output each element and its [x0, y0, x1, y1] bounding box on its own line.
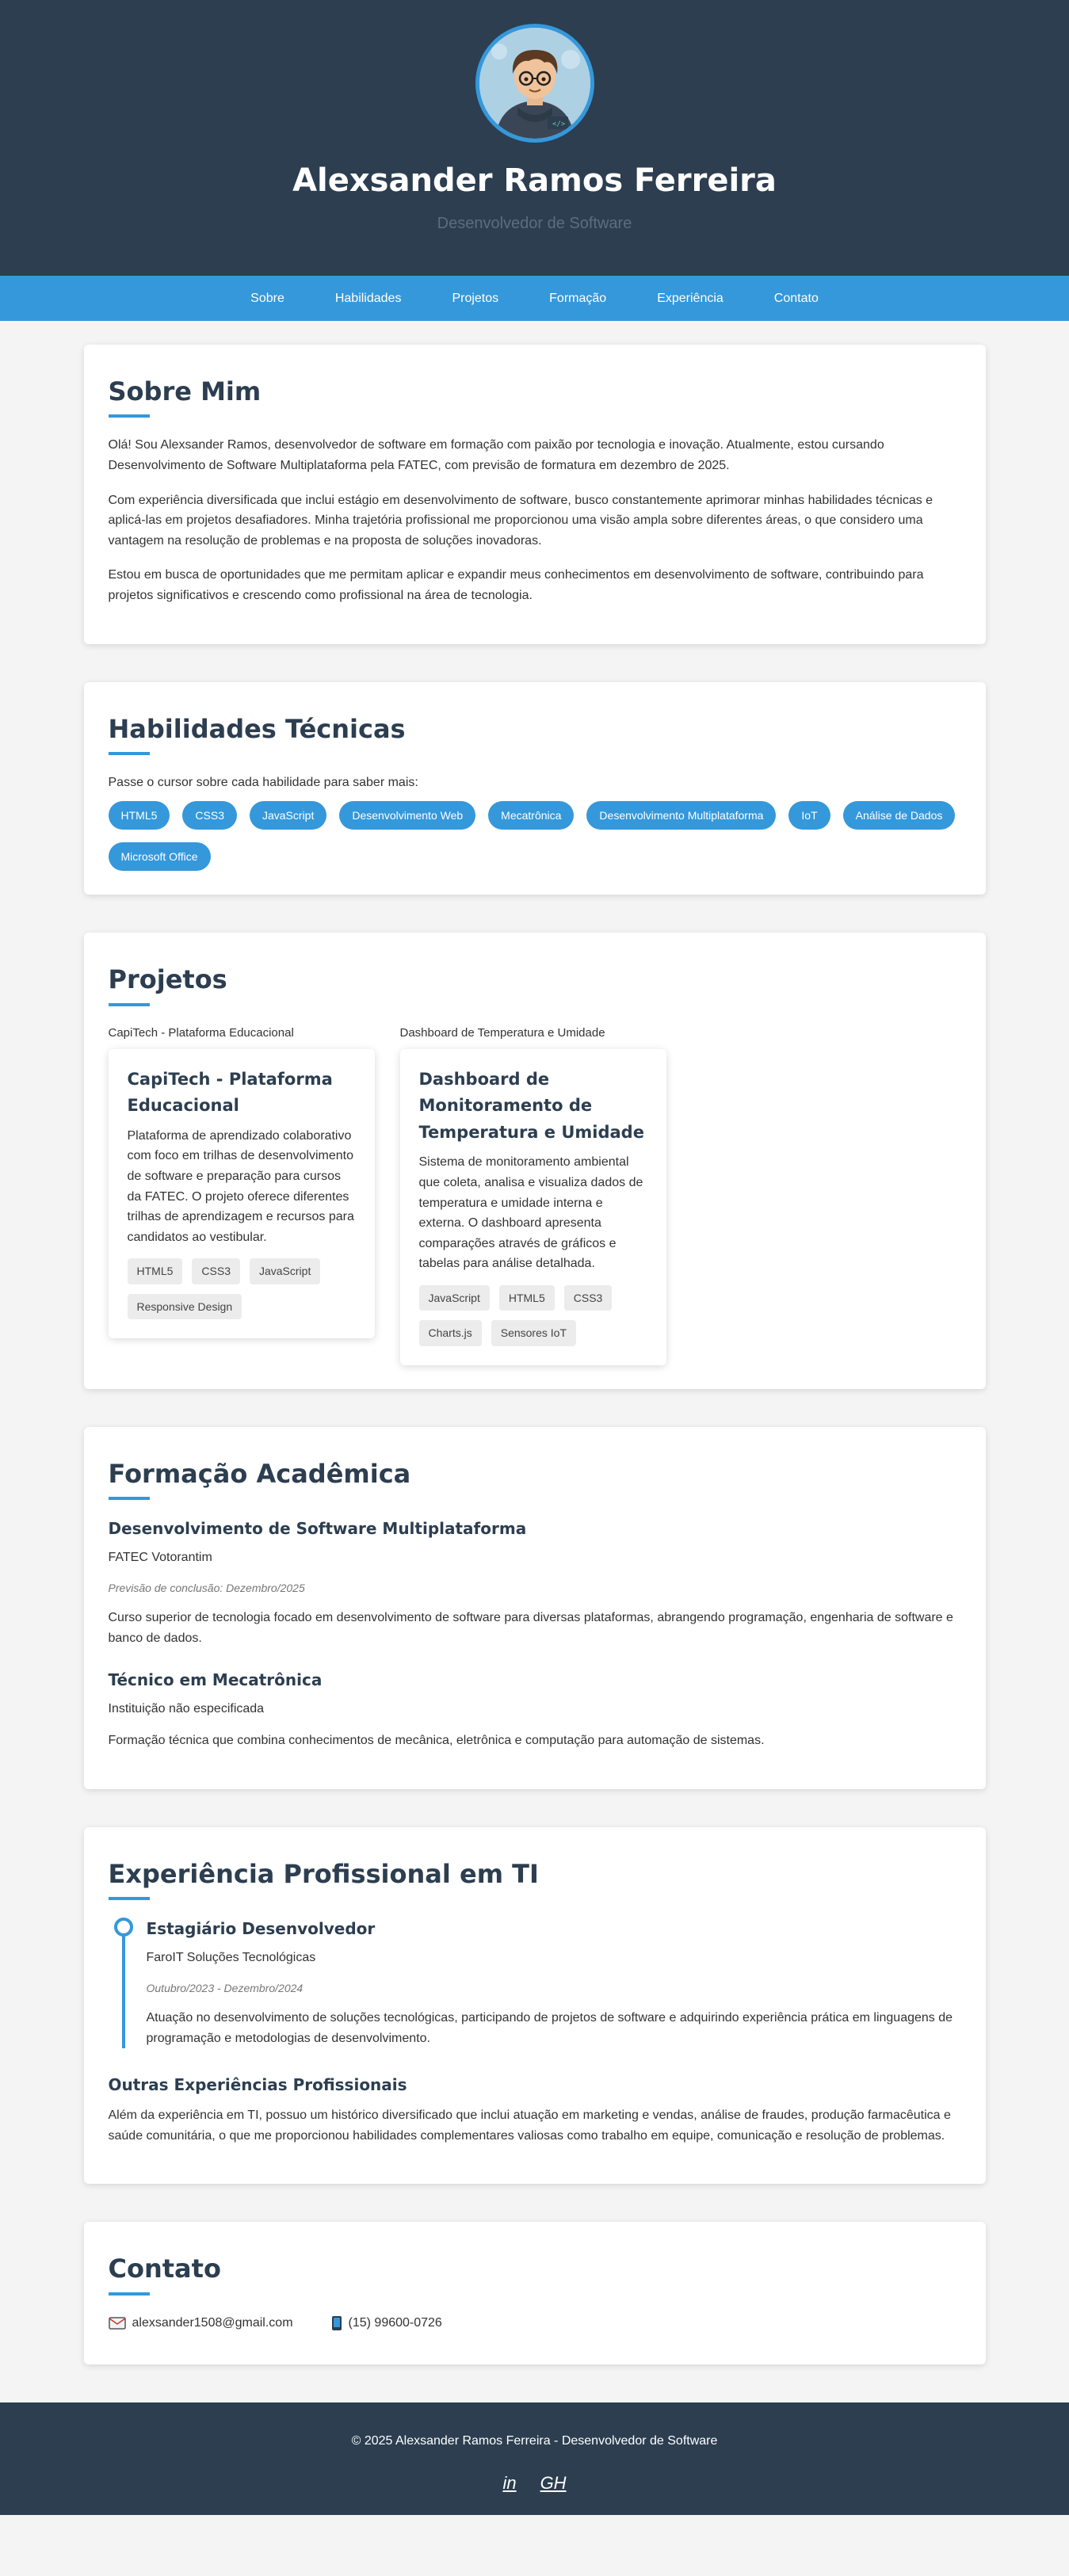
- timeline-line: [121, 1928, 125, 2049]
- skills-hint: Passe o cursor sobre cada habilidade par…: [108, 775, 418, 789]
- job-description: Atuação no desenvolvimento de soluções t…: [146, 2010, 953, 2045]
- about-section: Sobre Mim Olá! Sou Alexsander Ramos, des…: [83, 345, 986, 644]
- phone-number: (15) 99600-0726: [348, 2315, 442, 2330]
- other-experience-title: Outras Experiências Profissionais: [108, 2075, 407, 2095]
- title-underline: [108, 1497, 150, 1501]
- experience-section: Experiência Profissional em TI Estagiári…: [83, 1826, 986, 2185]
- experience-timeline: Estagiário Desenvolvedor FaroIT Soluções…: [109, 1917, 961, 2049]
- project-image-alt: CapiTech - Plataforma Educacional: [108, 1025, 294, 1040]
- contact-phone: (15) 99600-0726: [331, 2313, 442, 2334]
- skill-badge[interactable]: Microsoft Office: [108, 841, 211, 872]
- section-title-experience: Experiência Profissional em TI: [108, 1858, 539, 1889]
- skill-badge[interactable]: Mecatrônica: [488, 800, 575, 830]
- section-title-education: Formação Acadêmica: [108, 1458, 411, 1489]
- skill-badge[interactable]: Desenvolvimento Web: [339, 800, 476, 830]
- projects-section: Projetos CapiTech - Plataforma Educacion…: [83, 933, 986, 1389]
- section-title-projects: Projetos: [108, 964, 227, 995]
- tech-tag: HTML5: [498, 1285, 555, 1311]
- footer-copyright: © 2025 Alexsander Ramos Ferreira - Desen…: [351, 2434, 718, 2448]
- job-role: Estagiário Desenvolvedor: [146, 1918, 376, 1938]
- tech-tag: JavaScript: [418, 1285, 490, 1311]
- contact-section: Contato alexsander1508@gmail.com (15) 99…: [83, 2222, 986, 2365]
- email-link[interactable]: alexsander1508@gmail.com: [132, 2313, 293, 2334]
- linkedin-link-icon[interactable]: in: [502, 2469, 516, 2497]
- nav-link-formacao[interactable]: Formação: [524, 288, 632, 309]
- education-item: Técnico em Mecatrônica Instituição não e…: [109, 1669, 961, 1750]
- section-title-skills: Habilidades Técnicas: [108, 713, 406, 744]
- tech-tag: Charts.js: [418, 1320, 482, 1346]
- main-nav: Sobre Habilidades Projetos Formação Expe…: [0, 276, 1069, 321]
- title-underline: [108, 414, 150, 418]
- tech-tag: Sensores IoT: [491, 1320, 576, 1346]
- project-image-alt: Dashboard de Temperatura e Umidade: [399, 1025, 605, 1040]
- project-item: CapiTech - Plataforma Educacional CapiTe…: [108, 1024, 375, 1365]
- project-description: Sistema de monitoramento ambiental que c…: [418, 1155, 643, 1271]
- skill-badge[interactable]: Análise de Dados: [842, 800, 956, 830]
- education-section: Formação Acadêmica Desenvolvimento de So…: [83, 1426, 986, 1789]
- education-description: Curso superior de tecnologia focado em d…: [108, 1611, 953, 1645]
- about-paragraph: Olá! Sou Alexsander Ramos, desenvolvedor…: [108, 438, 884, 472]
- project-card[interactable]: CapiTech - Plataforma Educacional Plataf…: [108, 1048, 375, 1339]
- timeline-dot-icon: [113, 1917, 133, 1937]
- nav-link-experiencia[interactable]: Experiência: [632, 288, 749, 309]
- social-links: in GH: [0, 2469, 1069, 2497]
- skill-badge[interactable]: JavaScript: [249, 800, 327, 830]
- job-company: FaroIT Soluções Tecnológicas: [146, 1950, 316, 1964]
- section-title-contact: Contato: [108, 2254, 221, 2284]
- project-card[interactable]: Dashboard de Monitoramento de Temperatur…: [399, 1048, 666, 1365]
- projects-grid: CapiTech - Plataforma Educacional CapiTe…: [108, 1024, 961, 1365]
- about-paragraph: Estou em busca de oportunidades que me p…: [108, 568, 924, 602]
- education-institution: FATEC Votorantim: [108, 1551, 212, 1565]
- title-underline: [108, 2292, 150, 2296]
- email-icon: [108, 2316, 126, 2330]
- project-tags: HTML5 CSS3 JavaScript Responsive Design: [127, 1258, 356, 1320]
- avatar: </>: [475, 24, 594, 143]
- page-subtitle: Desenvolvedor de Software: [437, 215, 632, 232]
- nav-link-habilidades[interactable]: Habilidades: [310, 288, 427, 309]
- page-title: Alexsander Ramos Ferreira: [292, 162, 777, 199]
- project-description: Plataforma de aprendizado colaborativo c…: [127, 1128, 354, 1244]
- avatar-illustration: </>: [479, 28, 590, 139]
- skill-badge[interactable]: HTML5: [108, 800, 170, 830]
- project-item: Dashboard de Temperatura e Umidade Dashb…: [399, 1024, 666, 1365]
- svg-text:</>: </>: [552, 120, 566, 128]
- nav-link-contato[interactable]: Contato: [749, 288, 844, 309]
- other-experience-text: Além da experiência em TI, possuo um his…: [108, 2109, 951, 2143]
- project-title: Dashboard de Monitoramento de Temperatur…: [418, 1069, 644, 1142]
- tech-tag: CSS3: [192, 1258, 240, 1284]
- education-institution: Instituição não especificada: [108, 1702, 265, 1716]
- education-degree: Técnico em Mecatrônica: [108, 1670, 323, 1690]
- skill-badge[interactable]: IoT: [788, 800, 830, 830]
- skill-badge[interactable]: Desenvolvimento Multiplataforma: [586, 800, 777, 830]
- section-title-about: Sobre Mim: [108, 376, 262, 406]
- nav-link-projetos[interactable]: Projetos: [426, 288, 524, 309]
- github-link-icon[interactable]: GH: [540, 2469, 567, 2497]
- hero-header: </> Alexsander Ramos Ferreira Desenvolve…: [0, 0, 1069, 276]
- job-period: Outubro/2023 - Dezembro/2024: [146, 1981, 304, 1994]
- skill-badge[interactable]: CSS3: [182, 800, 237, 830]
- phone-icon: [331, 2315, 342, 2330]
- project-title: CapiTech - Plataforma Educacional: [127, 1069, 333, 1116]
- nav-link-sobre[interactable]: Sobre: [225, 288, 310, 309]
- about-paragraph: Com experiência diversificada que inclui…: [108, 493, 933, 548]
- title-underline: [108, 1896, 150, 1900]
- main-content: Sobre Mim Olá! Sou Alexsander Ramos, des…: [83, 321, 986, 2365]
- education-date: Previsão de conclusão: Dezembro/2025: [108, 1581, 305, 1594]
- education-description: Formação técnica que combina conheciment…: [108, 1733, 765, 1747]
- education-degree: Desenvolvimento de Software Multiplatafo…: [108, 1519, 527, 1539]
- title-underline: [108, 1002, 150, 1006]
- project-tags: JavaScript HTML5 CSS3 Charts.js Sensores…: [418, 1285, 647, 1346]
- other-experience: Outras Experiências Profissionais Além d…: [109, 2072, 961, 2146]
- tech-tag: CSS3: [563, 1285, 613, 1311]
- skills-section: Habilidades Técnicas Passe o cursor sobr…: [83, 681, 986, 895]
- tech-tag: JavaScript: [249, 1258, 321, 1284]
- education-item: Desenvolvimento de Software Multiplatafo…: [109, 1517, 961, 1648]
- tech-tag: Responsive Design: [127, 1293, 242, 1320]
- contact-email: alexsander1508@gmail.com: [108, 2313, 293, 2334]
- tech-tag: HTML5: [127, 1258, 183, 1284]
- title-underline: [108, 751, 150, 755]
- skills-list: HTML5 CSS3 JavaScript Desenvolvimento We…: [108, 800, 961, 872]
- contact-list: alexsander1508@gmail.com (15) 99600-0726: [108, 2313, 961, 2334]
- page-footer: © 2025 Alexsander Ramos Ferreira - Desen…: [0, 2402, 1069, 2516]
